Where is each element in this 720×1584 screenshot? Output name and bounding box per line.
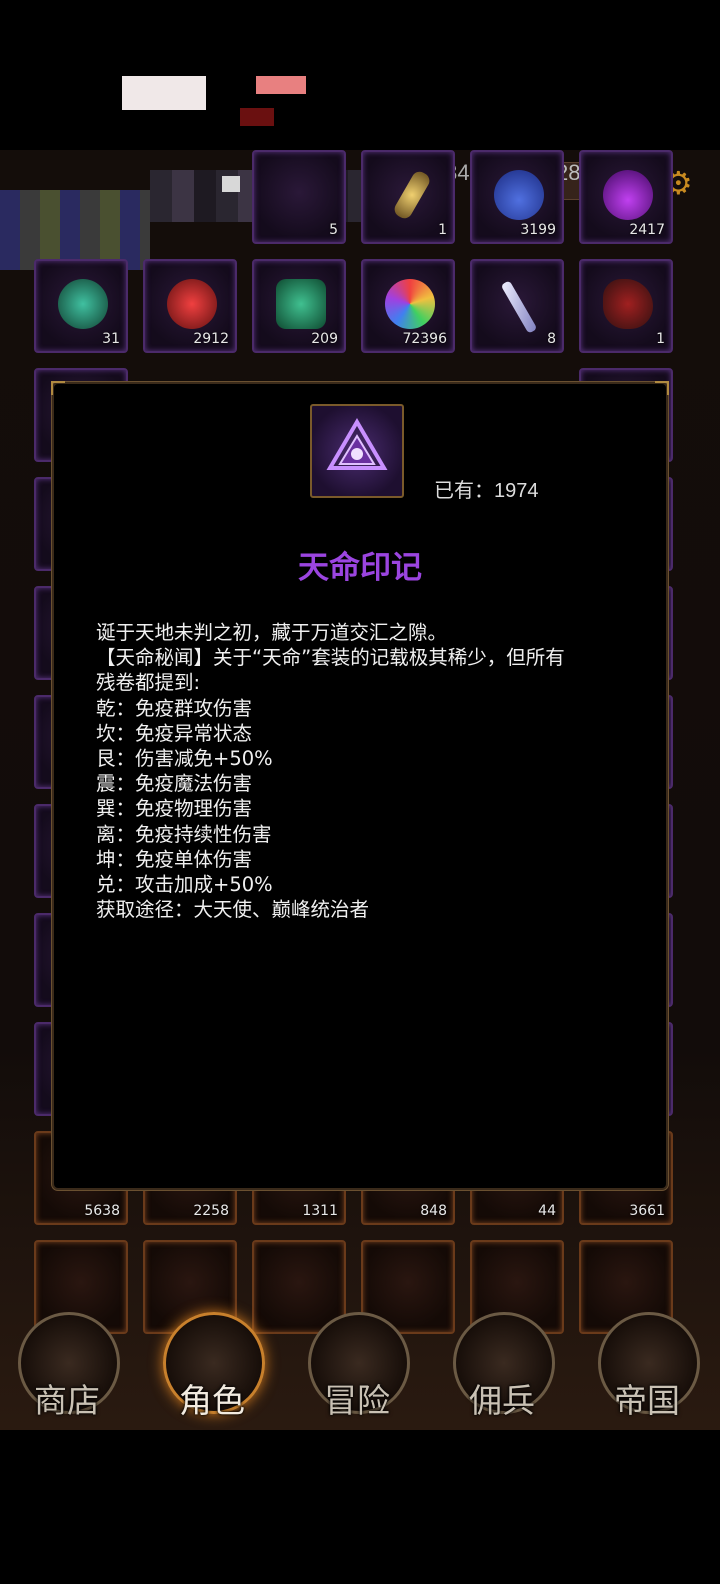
nav-label: 佣兵 xyxy=(469,1381,535,1420)
nav-label: 冒险 xyxy=(324,1381,390,1420)
description-line: 震：免疫魔法伤害 xyxy=(96,772,253,796)
censored-block xyxy=(122,76,206,110)
description-line: 巽：免疫物理伤害 xyxy=(96,797,253,821)
item-name: 天命印记 xyxy=(298,550,422,586)
censored-block xyxy=(256,76,306,94)
description-line: 诞于天地未判之初，藏于万道交汇之隙。 xyxy=(96,621,448,644)
censored-block xyxy=(0,190,150,270)
description-line: 坤：免疫单体伤害 xyxy=(96,847,253,871)
item-count: 848 xyxy=(420,1203,447,1219)
censored-block xyxy=(222,176,240,192)
inventory-slot[interactable]: 2912 xyxy=(143,259,237,353)
rainbow-orb-icon xyxy=(385,279,435,329)
purple-potion-icon xyxy=(603,170,653,220)
item-count: 2912 xyxy=(193,331,229,347)
nav-label: 帝国 xyxy=(614,1381,680,1420)
description-line: 获取途径：大天使、巅峰统治者 xyxy=(96,898,370,922)
description-line: 乾：免疫群攻伤害 xyxy=(96,696,253,720)
item-count: 44 xyxy=(538,1203,556,1219)
swirl-stone-icon xyxy=(276,279,326,329)
description-line: 离：免疫持续性伤害 xyxy=(96,822,272,846)
item-count: 5 xyxy=(329,222,338,238)
inventory-slot[interactable]: 2417 xyxy=(579,150,673,244)
bottom-blank xyxy=(0,1430,720,1584)
inventory-slot[interactable]: 72396 xyxy=(361,259,455,353)
description-line: 残卷都提到: xyxy=(96,671,201,695)
item-count: 1 xyxy=(656,331,665,347)
corner-ornament xyxy=(51,381,65,395)
nav-shop[interactable]: 商店 xyxy=(12,1308,122,1430)
nav-empire[interactable]: 帝国 xyxy=(592,1308,702,1430)
inventory-slot[interactable]: 8 xyxy=(470,259,564,353)
item-description: 诞于天地未判之初，藏于万道交汇之隙。 【天命秘闻】关于“天命”套装的记载极其稀少… xyxy=(96,620,636,922)
inventory-slot[interactable]: 5 xyxy=(252,150,346,244)
owned-count: 已有：1974 xyxy=(434,480,539,502)
item-count: 31 xyxy=(102,331,120,347)
inventory-slot[interactable]: 209 xyxy=(252,259,346,353)
description-line: 艮：伤害减免+50% xyxy=(96,747,273,771)
destiny-seal-icon xyxy=(326,418,388,470)
corner-ornament xyxy=(655,381,669,395)
item-count: 209 xyxy=(311,331,338,347)
nav-label: 角色 xyxy=(179,1381,245,1420)
green-gem-icon xyxy=(58,279,108,329)
status-area xyxy=(0,0,720,150)
item-count: 2417 xyxy=(629,222,665,238)
inventory-slot[interactable]: 1 xyxy=(579,259,673,353)
bottom-nav: 商店 角色 冒险 佣兵 帝国 xyxy=(0,1300,720,1430)
quill-icon xyxy=(391,168,433,222)
nav-mercenary[interactable]: 佣兵 xyxy=(447,1308,557,1430)
nav-label: 商店 xyxy=(34,1381,100,1420)
item-count: 2258 xyxy=(193,1203,229,1219)
inventory-slot[interactable]: 31 xyxy=(34,259,128,353)
player-avatar[interactable] xyxy=(0,150,370,270)
item-count: 5638 xyxy=(84,1203,120,1219)
item-count: 1 xyxy=(438,222,447,238)
inventory-slot[interactable]: 3199 xyxy=(470,150,564,244)
description-line: 兑：攻击加成+50% xyxy=(96,873,273,897)
item-count: 72396 xyxy=(402,331,447,347)
item-icon xyxy=(310,404,404,498)
horn-icon xyxy=(500,280,538,334)
item-count: 8 xyxy=(547,331,556,347)
item-detail-dialog[interactable]: 已有：1974 天命印记 诞于天地未判之初，藏于万道交汇之隙。 【天命秘闻】关于… xyxy=(51,381,669,1190)
item-count: 3661 xyxy=(629,1203,665,1219)
item-count: 1311 xyxy=(302,1203,338,1219)
nav-adventure[interactable]: 冒险 xyxy=(302,1308,412,1430)
nav-character[interactable]: 角色 xyxy=(157,1308,267,1430)
red-orb-icon xyxy=(167,279,217,329)
cracked-stone-icon xyxy=(603,279,653,329)
item-count: 3199 xyxy=(520,222,556,238)
description-line: 【天命秘闻】关于“天命”套装的记载极其稀少，但所有 xyxy=(96,646,565,670)
blue-potion-icon xyxy=(494,170,544,220)
censored-block xyxy=(240,108,274,126)
inventory-slot[interactable]: 1 xyxy=(361,150,455,244)
description-line: 坎：免疫异常状态 xyxy=(96,721,253,745)
